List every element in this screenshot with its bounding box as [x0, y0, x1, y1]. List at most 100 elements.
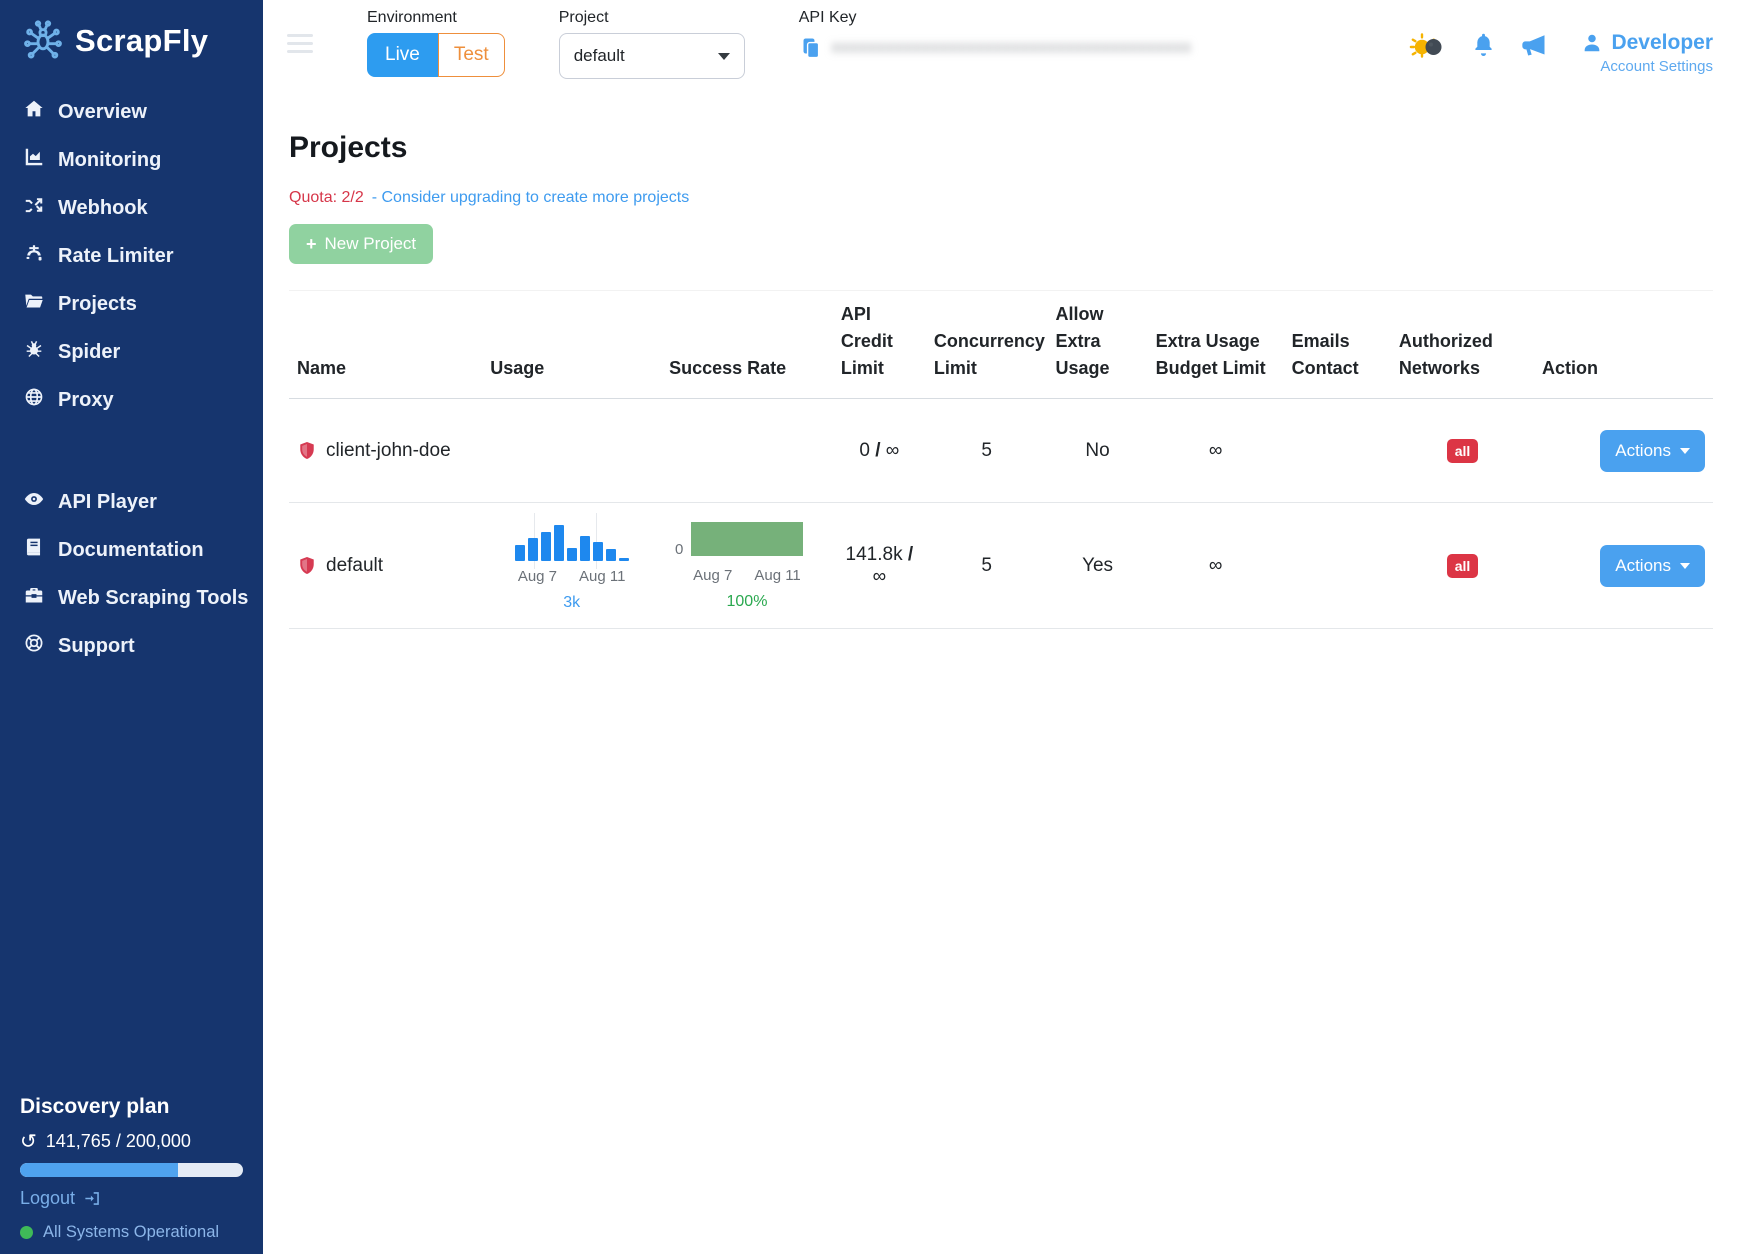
success-cell-empty: [661, 399, 833, 503]
chevron-down-icon: [718, 53, 730, 60]
sidebar-item-support[interactable]: Support: [0, 622, 263, 670]
plan-progress-fill: [20, 1163, 178, 1177]
sidebar-item-label: Documentation: [58, 539, 204, 562]
usage-cell: Aug 7 Aug 11 3k: [482, 503, 661, 629]
system-status-link[interactable]: All Systems Operational: [20, 1223, 243, 1242]
apikey-group: API Key xxxxxxxxxxxxxxxxxxxxxxxxxxxxxxxx…: [799, 0, 1192, 60]
table-row-client-john-doe: client-john-doe 0 / ∞ 5 No ∞: [289, 399, 1713, 503]
col-header-name: Name: [289, 291, 482, 399]
status-dot-icon: [20, 1226, 33, 1239]
project-shield-icon: [297, 555, 317, 577]
user-name: Developer: [1611, 31, 1713, 55]
theme-toggle-sun-moon-icon[interactable]: [1409, 31, 1447, 63]
col-header-emails-contact: Emails Contact: [1284, 291, 1391, 399]
chevron-down-icon: [1680, 448, 1690, 454]
announcements-megaphone-icon[interactable]: [1520, 31, 1548, 59]
environment-label: Environment: [367, 9, 505, 27]
scrapfly-logo[interactable]: ScrapFly: [0, 0, 263, 72]
col-header-success-rate: Success Rate: [661, 291, 833, 399]
api-player-eye-icon: [23, 488, 45, 516]
environment-toggle: Live Test: [367, 33, 505, 77]
col-header-allow-extra-usage: Allow Extra Usage: [1047, 291, 1147, 399]
sidebar-item-label: Webhook: [58, 197, 148, 220]
extra-budget-cell: ∞: [1148, 399, 1284, 503]
logo-text: ScrapFly: [75, 23, 208, 59]
project-select[interactable]: default: [559, 33, 745, 79]
sidebar-item-label: Proxy: [58, 389, 114, 412]
sidebar-item-api-player[interactable]: API Player: [0, 478, 263, 526]
sidebar-item-label: Overview: [58, 101, 147, 124]
new-project-label: New Project: [325, 234, 417, 254]
new-project-button[interactable]: + New Project: [289, 224, 433, 264]
sidebar-item-web-scraping-tools[interactable]: Web Scraping Tools: [0, 574, 263, 622]
logout-icon: [83, 1189, 102, 1208]
sidebar-item-overview[interactable]: Overview: [0, 88, 263, 136]
spider-logo-icon: [20, 18, 66, 64]
emails-contact-cell: [1284, 503, 1391, 629]
col-header-usage: Usage: [482, 291, 661, 399]
sidebar: ScrapFly Overview Monitoring Webhook Rat…: [0, 0, 263, 1254]
sidebar-item-rate-limiter[interactable]: Rate Limiter: [0, 232, 263, 280]
spider-icon: [23, 338, 45, 366]
logout-link[interactable]: Logout: [20, 1188, 102, 1209]
quota-text: Quota: 2/2: [289, 189, 364, 207]
home-icon: [23, 98, 45, 126]
main-panel: Environment Live Test Project default AP…: [263, 0, 1739, 1254]
copy-icon[interactable]: [799, 36, 823, 60]
environment-group: Environment Live Test: [367, 0, 505, 77]
sidebar-item-proxy[interactable]: Proxy: [0, 376, 263, 424]
plan-usage-value: 141,765 / 200,000: [46, 1131, 191, 1152]
networks-all-badge: all: [1447, 554, 1479, 578]
status-label: All Systems Operational: [43, 1223, 219, 1242]
sidebar-item-projects[interactable]: Projects: [0, 280, 263, 328]
sidebar-item-documentation[interactable]: Documentation: [0, 526, 263, 574]
rate-limiter-faucet-icon: [23, 242, 45, 270]
sidebar-nav-main: Overview Monitoring Webhook Rate Limiter…: [0, 88, 263, 424]
account-settings-link[interactable]: Account Settings: [1581, 58, 1713, 75]
success-tick-start: Aug 7: [693, 567, 732, 584]
allow-extra-cell: Yes: [1047, 503, 1147, 629]
projects-table: Name Usage Success Rate API Credit Limit…: [289, 290, 1713, 629]
actions-dropdown-button[interactable]: Actions: [1600, 430, 1705, 472]
environment-live-button[interactable]: Live: [367, 33, 438, 77]
usage-total-label: 3k: [563, 594, 580, 612]
project-shield-icon: [297, 440, 317, 462]
sidebar-item-label: API Player: [58, 491, 157, 514]
sidebar-plan-panel: Discovery plan ↺ 141,765 / 200,000 Logou…: [20, 1095, 243, 1242]
col-header-concurrency-limit: Concurrency Limit: [926, 291, 1048, 399]
apikey-label: API Key: [799, 9, 1192, 27]
sidebar-item-spider[interactable]: Spider: [0, 328, 263, 376]
col-header-extra-usage-budget-limit: Extra Usage Budget Limit: [1148, 291, 1284, 399]
authorized-networks-cell: all: [1391, 503, 1534, 629]
environment-test-button[interactable]: Test: [438, 33, 505, 77]
networks-all-badge: all: [1447, 439, 1479, 463]
history-icon: ↺: [20, 1132, 37, 1152]
topbar-right-cluster: Developer Account Settings: [1409, 0, 1713, 75]
web-scraping-toolbox-icon: [23, 584, 45, 612]
success-rate-label: 100%: [727, 593, 768, 611]
hamburger-menu-icon[interactable]: [287, 34, 313, 58]
extra-budget-cell: ∞: [1148, 503, 1284, 629]
success-rate-chart: 0 Aug 7 Aug 11 100%: [669, 520, 825, 611]
concurrency-cell: 5: [926, 503, 1048, 629]
plan-progress-bar: [20, 1163, 243, 1177]
webhook-shuffle-icon: [23, 194, 45, 222]
actions-dropdown-button[interactable]: Actions: [1600, 545, 1705, 587]
allow-extra-cell: No: [1047, 399, 1147, 503]
chevron-down-icon: [1680, 563, 1690, 569]
upgrade-link[interactable]: - Consider upgrading to create more proj…: [372, 189, 690, 207]
project-name: default: [326, 555, 383, 577]
authorized-networks-cell: all: [1391, 399, 1534, 503]
topbar: Environment Live Test Project default AP…: [263, 0, 1739, 101]
usage-tick-start: Aug 7: [518, 568, 557, 585]
plus-icon: +: [306, 235, 317, 253]
project-label: Project: [559, 9, 745, 27]
success-area-fill: [691, 522, 803, 556]
account-menu[interactable]: Developer Account Settings: [1581, 31, 1713, 75]
usage-sparkline-chart: Aug 7 Aug 11 3k: [490, 519, 653, 612]
sidebar-item-webhook[interactable]: Webhook: [0, 184, 263, 232]
sidebar-item-label: Monitoring: [58, 149, 161, 172]
sidebar-item-label: Spider: [58, 341, 120, 364]
sidebar-item-monitoring[interactable]: Monitoring: [0, 136, 263, 184]
notifications-bell-icon[interactable]: [1470, 31, 1497, 58]
